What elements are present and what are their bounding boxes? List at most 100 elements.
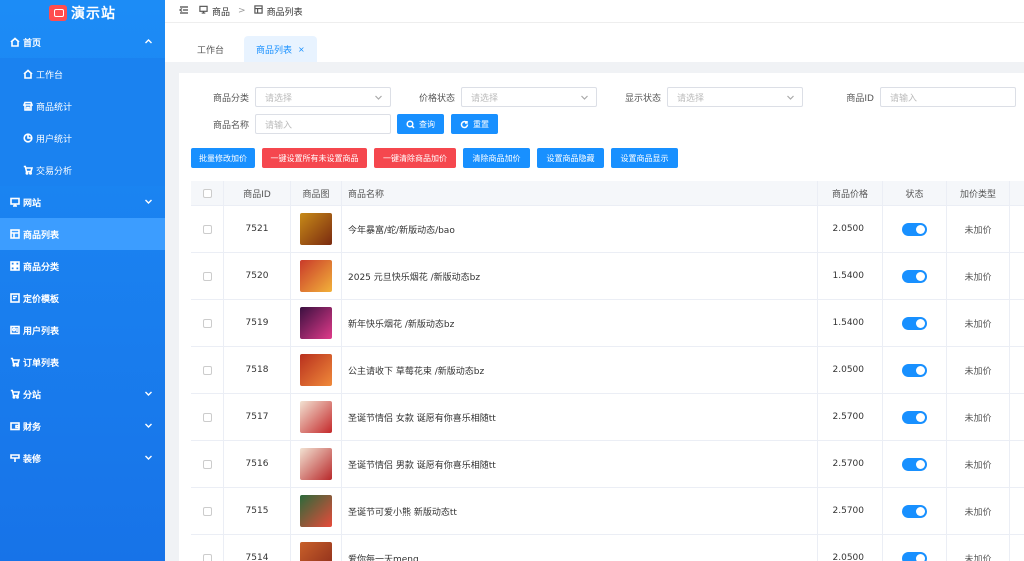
sidebar-item-label: 商品列表 xyxy=(23,230,60,241)
cart-icon xyxy=(9,389,20,400)
status-toggle[interactable] xyxy=(902,551,927,561)
tab-goods-list[interactable]: 商品列表 × xyxy=(244,36,317,62)
cell-id: 7520 xyxy=(224,253,291,299)
row-checkbox[interactable] xyxy=(202,506,212,516)
product-thumbnail[interactable] xyxy=(300,542,332,561)
product-thumbnail[interactable] xyxy=(300,307,332,339)
cart-icon xyxy=(22,165,33,176)
chevron-down-icon xyxy=(786,93,795,102)
sidebar: 演示站 首页工作台商品统计用户统计交易分析网站商品列表商品分类 定价模板 用户列表订… xyxy=(0,0,165,561)
search-icon xyxy=(406,119,419,129)
cell-price: 2.5700 xyxy=(818,441,883,487)
display-status-select[interactable]: 请选择 xyxy=(667,87,803,107)
action-button[interactable]: 一键设置所有未设置商品 xyxy=(262,148,367,168)
action-button[interactable]: 清除商品加价 xyxy=(463,148,530,168)
header-type: 加价类型 xyxy=(947,181,1010,205)
user-card-icon xyxy=(9,325,20,336)
chevron-down-icon xyxy=(144,389,153,398)
price-status-select[interactable]: 请选择 xyxy=(461,87,597,107)
pie-chart-icon xyxy=(22,133,33,144)
refresh-icon xyxy=(460,120,473,129)
sidebar-item[interactable]: 首页 xyxy=(0,26,165,58)
tab-workbench[interactable]: 工作台 xyxy=(185,36,236,62)
row-checkbox[interactable] xyxy=(202,224,212,234)
cell-type: 未加价 xyxy=(964,413,992,424)
sidebar-item[interactable]: 用户统计 xyxy=(0,122,165,154)
sidebar-item[interactable]: 装修 xyxy=(0,442,165,474)
cell-type: 未加价 xyxy=(964,366,992,377)
brand-name: 演示站 xyxy=(71,6,116,22)
home-icon xyxy=(22,69,33,80)
product-name-placeholder: 请输入 xyxy=(265,120,293,131)
sidebar-item[interactable]: 订单列表 xyxy=(0,346,165,378)
cell-type: 未加价 xyxy=(964,272,992,283)
status-toggle[interactable] xyxy=(902,363,927,377)
sidebar-item[interactable]: 交易分析 xyxy=(0,154,165,186)
status-toggle[interactable] xyxy=(902,410,927,424)
chevron-up-icon xyxy=(144,37,153,46)
sidebar-item-label: 工作台 xyxy=(36,70,64,81)
cell-name: 圣诞节可爱小熊 新版动态tt xyxy=(342,488,818,534)
action-button[interactable]: 设置商品隐藏 xyxy=(537,148,604,168)
cell-name: 2025 元旦快乐烟花 /新版动态bz xyxy=(342,253,818,299)
category-placeholder: 请选择 xyxy=(265,93,293,104)
breadcrumb-item-goods[interactable]: 商品 xyxy=(212,5,230,18)
sidebar-item[interactable]: 商品统计 xyxy=(0,90,165,122)
search-button[interactable]: 查询 xyxy=(397,114,444,134)
sidebar-item[interactable]: 分站 xyxy=(0,378,165,410)
product-thumbnail[interactable] xyxy=(300,354,332,386)
action-button[interactable]: 一键清除商品加价 xyxy=(374,148,456,168)
status-toggle[interactable] xyxy=(902,316,927,330)
product-name-label: 商品名称 xyxy=(212,120,249,131)
close-icon[interactable]: × xyxy=(298,45,305,54)
sidebar-item[interactable]: 财务 xyxy=(0,410,165,442)
cell-name: 圣诞节情侣 女款 诞愿有你喜乐相随tt xyxy=(342,394,818,440)
chevron-down-icon xyxy=(144,421,153,430)
product-thumbnail[interactable] xyxy=(300,260,332,292)
cell-id: 7521 xyxy=(224,206,291,252)
sidebar-item[interactable]: 网站 xyxy=(0,186,165,218)
cell-type: 未加价 xyxy=(964,319,992,330)
row-checkbox[interactable] xyxy=(202,318,212,328)
status-toggle[interactable] xyxy=(902,457,927,471)
sidebar-item-label: 交易分析 xyxy=(36,166,73,177)
reset-button[interactable]: 重置 xyxy=(451,114,498,134)
price-status-label: 价格状态 xyxy=(418,93,455,104)
brand-logo[interactable]: 演示站 xyxy=(0,0,165,26)
row-checkbox[interactable] xyxy=(202,412,212,422)
cell-price: 2.0500 xyxy=(818,535,883,561)
action-button[interactable]: 批量修改加价 xyxy=(191,148,255,168)
search-button-label: 查询 xyxy=(419,119,435,129)
category-select[interactable]: 请选择 xyxy=(255,87,391,107)
sidebar-item[interactable]: 用户列表 xyxy=(0,314,165,346)
product-thumbnail[interactable] xyxy=(300,401,332,433)
row-checkbox[interactable] xyxy=(202,271,212,281)
sidebar-item[interactable]: 工作台 xyxy=(0,58,165,90)
product-thumbnail[interactable] xyxy=(300,448,332,480)
sidebar-item[interactable]: 商品列表 xyxy=(0,218,165,250)
display-status-placeholder: 请选择 xyxy=(677,93,705,104)
row-checkbox[interactable] xyxy=(202,365,212,375)
product-id-input[interactable]: 请输入 xyxy=(880,87,1016,107)
status-toggle[interactable] xyxy=(902,269,927,283)
sidebar-item-label: 首页 xyxy=(23,38,42,49)
row-checkbox[interactable] xyxy=(202,553,212,561)
header-status: 状态 xyxy=(883,181,947,205)
collapse-menu-icon[interactable] xyxy=(178,5,189,18)
select-all-checkbox[interactable] xyxy=(202,188,212,198)
table-row: 7515 圣诞节可爱小熊 新版动态tt 2.5700 未加价 xyxy=(191,488,1024,535)
sidebar-item-label: 商品统计 xyxy=(36,102,73,113)
product-thumbnail[interactable] xyxy=(300,495,332,527)
product-name-input[interactable]: 请输入 xyxy=(255,114,391,134)
table-row: 7518 公主请收下 草莓花束 /新版动态bz 2.0500 未加价 xyxy=(191,347,1024,394)
tab-label: 工作台 xyxy=(197,45,225,56)
row-checkbox[interactable] xyxy=(202,459,212,469)
status-toggle[interactable] xyxy=(902,504,927,518)
product-thumbnail[interactable] xyxy=(300,213,332,245)
sidebar-item[interactable]: 商品分类 xyxy=(0,250,165,282)
sidebar-item[interactable]: 定价模板 xyxy=(0,282,165,314)
breadcrumb-item-goods-list: 商品列表 xyxy=(266,7,303,18)
action-button[interactable]: 设置商品显示 xyxy=(611,148,678,168)
status-toggle[interactable] xyxy=(902,222,927,236)
grid-icon xyxy=(9,261,20,272)
